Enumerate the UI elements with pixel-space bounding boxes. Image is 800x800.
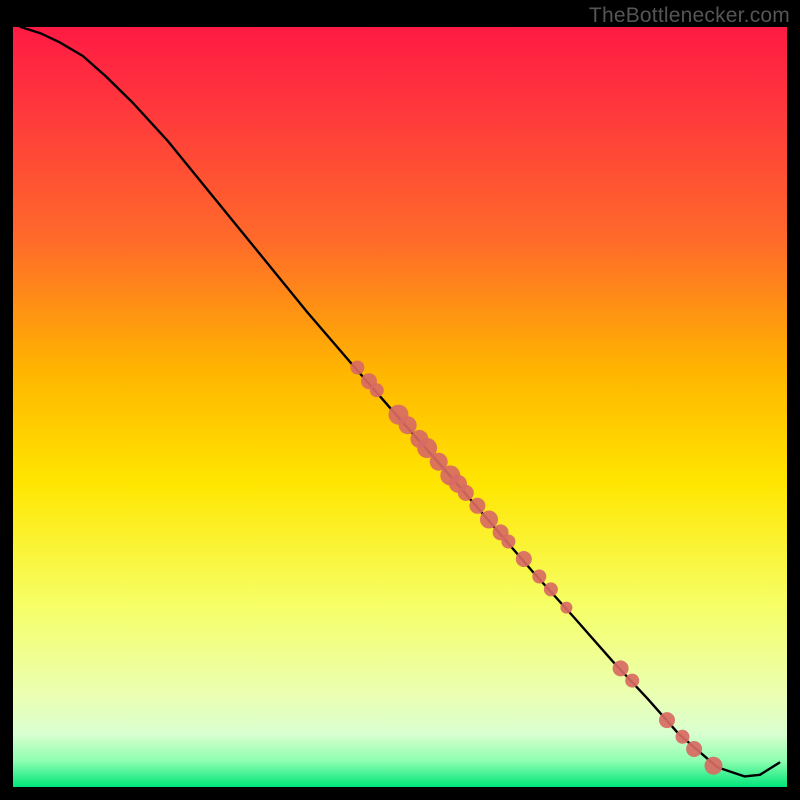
data-point: [613, 660, 629, 676]
data-point: [370, 383, 384, 397]
data-point: [350, 361, 364, 375]
data-point: [399, 416, 417, 434]
watermark-text: TheBottlenecker.com: [589, 4, 790, 28]
data-point: [458, 485, 474, 501]
data-point: [705, 757, 723, 775]
chart-stage: TheBottlenecker.com: [0, 0, 800, 800]
data-point: [532, 570, 546, 584]
data-point: [501, 535, 515, 549]
data-point: [625, 674, 639, 688]
data-point: [659, 712, 675, 728]
chart-svg: [0, 0, 800, 800]
data-point: [560, 602, 572, 614]
data-point: [480, 511, 498, 529]
data-point: [516, 551, 532, 567]
data-point: [686, 741, 702, 757]
data-point: [676, 730, 690, 744]
data-point: [469, 498, 485, 514]
data-point: [544, 582, 558, 596]
